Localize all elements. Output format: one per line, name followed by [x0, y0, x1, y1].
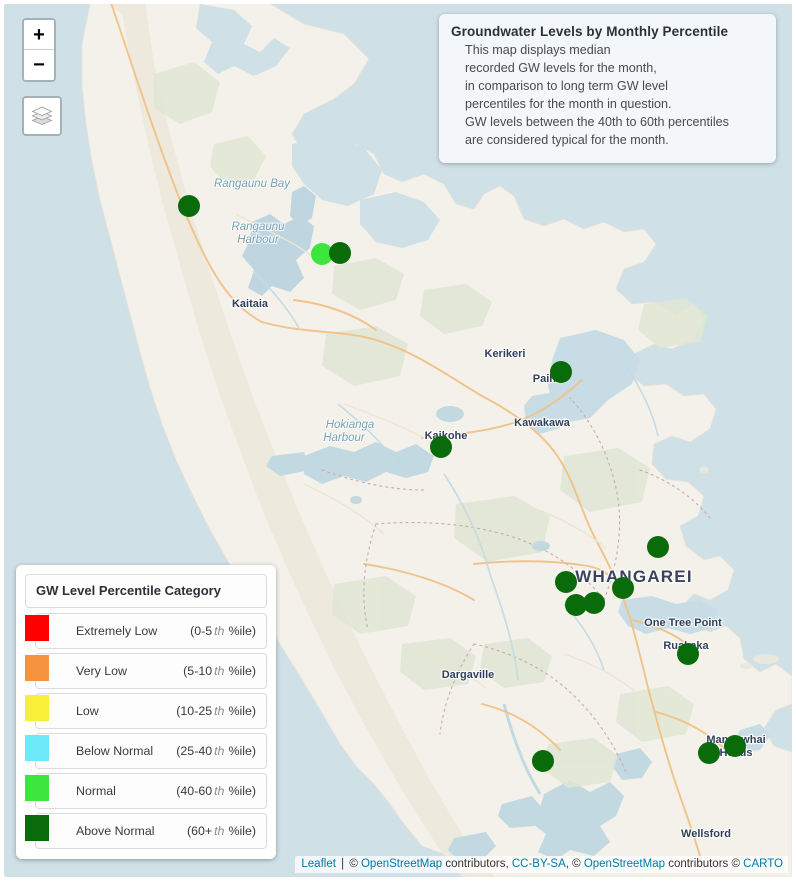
- legend-panel: GW Level Percentile Category Extremely L…: [16, 565, 276, 859]
- info-panel-line: GW levels between the 40th to 60th perce…: [465, 115, 729, 129]
- legend-color-swatch: [25, 735, 49, 761]
- map-label-kaitaia: Kaitaia: [232, 298, 269, 310]
- legend-row-box: Normal (40-60 th %ile): [35, 773, 267, 809]
- legend-row-box: Low (10-25 th %ile): [35, 693, 267, 729]
- legend-color-swatch: [25, 775, 49, 801]
- gw-site-marker[interactable]: [677, 643, 699, 665]
- legend-color-swatch: [25, 815, 49, 841]
- info-panel-body: This map displays median recorded GW leve…: [451, 41, 764, 149]
- zoom-in-button[interactable]: +: [24, 20, 54, 50]
- attribution-text: , ©: [565, 858, 584, 870]
- attribution-link[interactable]: CC-BY-SA: [512, 858, 566, 870]
- info-panel-line: in comparison to long term GW level: [465, 79, 668, 93]
- attribution-text: contributors,: [442, 858, 512, 870]
- map-label-hokianga: Hokianga: [326, 419, 375, 431]
- legend-category-label: Below Normal: [76, 744, 154, 758]
- legend-category-label: Extremely Low: [76, 624, 158, 638]
- info-panel-line: are considered typical for the month.: [465, 133, 669, 147]
- legend-category-label: Above Normal: [76, 824, 155, 838]
- attribution-text: contributors ©: [665, 858, 744, 870]
- info-panel-line: This map displays median: [465, 43, 611, 57]
- legend-percentile-range: (0-5 th %ile): [190, 624, 256, 638]
- legend-rows: Extremely Low (0-5 th %ile) Very Low (5-10 th%…: [25, 613, 267, 849]
- map-label-harbour: Harbour: [323, 432, 366, 444]
- layers-icon: [31, 103, 53, 130]
- legend-color-swatch: [25, 615, 49, 641]
- gw-site-marker[interactable]: [532, 750, 554, 772]
- attribution-link[interactable]: CARTO: [743, 858, 783, 870]
- legend-row: Above Normal (60+ th %ile): [25, 813, 267, 849]
- gw-site-marker[interactable]: [550, 361, 572, 383]
- legend-row: Very Low (5-10 th %ile): [25, 653, 267, 689]
- legend-percentile-range: (10-25 th %ile): [176, 704, 256, 718]
- offshore-island-1: [753, 654, 779, 664]
- legend-category-label: Very Low: [76, 664, 127, 678]
- gw-site-marker[interactable]: [612, 577, 634, 599]
- map-label-wellsford: Wellsford: [681, 828, 731, 840]
- legend-percentile-range: (40-60 th %ile): [176, 784, 256, 798]
- legend-percentile-range: (25-40 th %ile): [176, 744, 256, 758]
- map-viewport[interactable]: Rangaunu Bay Rangaunu Harbour Kaitaia Kerike…: [4, 4, 792, 877]
- attribution-text: ©: [349, 858, 361, 870]
- leaflet-link[interactable]: Leaflet: [301, 858, 336, 870]
- legend-title: GW Level Percentile Category: [36, 583, 221, 598]
- gw-site-marker[interactable]: [430, 436, 452, 458]
- legend-row-box: Extremely Low (0-5 th %ile): [35, 613, 267, 649]
- layers-control-button[interactable]: [22, 96, 62, 136]
- legend-row: Extremely Low (0-5 th %ile): [25, 613, 267, 649]
- legend-row: Low (10-25 th %ile): [25, 693, 267, 729]
- map-label-rangaunu-bay: Rangaunu Bay: [214, 178, 291, 190]
- attribution-separator: |: [337, 858, 348, 870]
- info-panel-line: recorded GW levels for the month,: [465, 61, 657, 75]
- info-panel-line: percentiles for the month in question.: [465, 97, 672, 111]
- zoom-out-button[interactable]: −: [24, 50, 54, 80]
- gw-site-marker[interactable]: [555, 571, 577, 593]
- legend-color-swatch: [25, 655, 49, 681]
- map-label-one-tree-point: One Tree Point: [644, 617, 722, 629]
- legend-row-box: Below Normal (25-40 th %ile): [35, 733, 267, 769]
- legend-color-swatch: [25, 695, 49, 721]
- map-label-kerikeri: Kerikeri: [485, 348, 526, 360]
- legend-row: Below Normal (25-40 th %ile): [25, 733, 267, 769]
- info-panel: Groundwater Levels by Monthly Percentile…: [439, 14, 776, 163]
- offshore-island-3: [699, 467, 709, 473]
- gw-site-marker[interactable]: [178, 195, 200, 217]
- gw-site-marker[interactable]: [698, 742, 720, 764]
- gw-site-marker[interactable]: [724, 735, 746, 757]
- legend-row-box: Above Normal (60+ th %ile): [35, 813, 267, 849]
- legend-category-label: Normal: [76, 784, 116, 798]
- zoom-control[interactable]: + −: [22, 18, 56, 82]
- attribution-link[interactable]: OpenStreetMap: [584, 858, 665, 870]
- map-label-dargaville: Dargaville: [442, 669, 495, 681]
- groundwater-map-app: Rangaunu Bay Rangaunu Harbour Kaitaia Kerike…: [0, 0, 796, 881]
- offshore-island-2: [740, 663, 752, 669]
- info-panel-title: Groundwater Levels by Monthly Percentile: [451, 24, 729, 39]
- map-label-harbour: Harbour: [237, 234, 280, 246]
- map-label-rangaunu: Rangaunu: [231, 221, 285, 233]
- gw-site-marker[interactable]: [647, 536, 669, 558]
- legend-title-box: GW Level Percentile Category: [25, 574, 267, 608]
- attribution-bar[interactable]: Leaflet | © OpenStreetMap contributors, …: [295, 856, 788, 873]
- legend-category-label: Low: [76, 704, 99, 718]
- attribution-link[interactable]: OpenStreetMap: [361, 858, 442, 870]
- map-label-kawakawa: Kawakawa: [514, 417, 571, 429]
- legend-percentile-range: (5-10 th %ile): [183, 664, 256, 678]
- legend-row: Normal (40-60 th %ile): [25, 773, 267, 809]
- gw-site-marker[interactable]: [329, 242, 351, 264]
- legend-row-box: Very Low (5-10 th %ile): [35, 653, 267, 689]
- map-label-whangarei: WHANGAREI: [575, 567, 693, 586]
- gw-site-marker[interactable]: [583, 592, 605, 614]
- legend-percentile-range: (60+ th %ile): [186, 824, 256, 838]
